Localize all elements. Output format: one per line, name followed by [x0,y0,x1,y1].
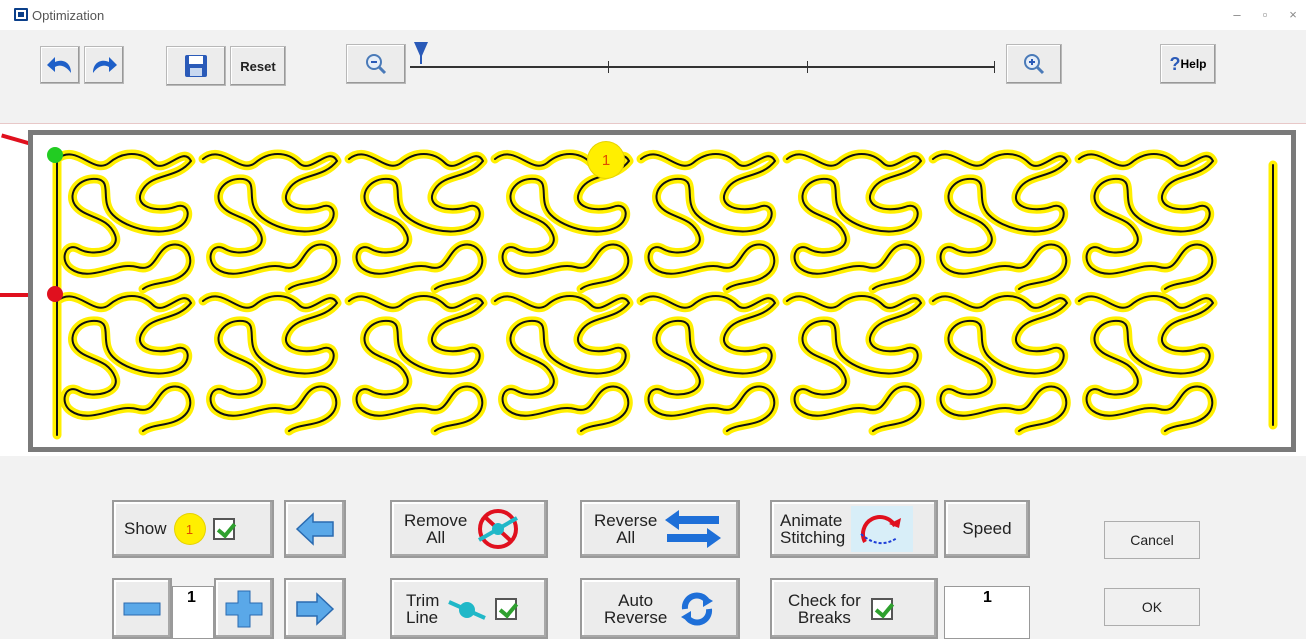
animate-stitch-icon [851,506,914,552]
trim-label-2: Line [406,607,439,627]
auto-reverse-icon [681,592,714,625]
reverse-all-label-2: All [616,528,636,547]
reverse-all-button[interactable]: Reverse All [580,500,740,558]
redo-icon [93,57,117,73]
start-point-marker[interactable] [47,147,63,163]
plus-icon [225,590,263,627]
check-for-breaks-button[interactable]: Check for Breaks [770,578,938,639]
window-title: Optimization [32,8,105,23]
auto-reverse-label-2: Reverse [604,607,668,627]
arrow-right-icon [296,591,335,626]
help-button[interactable]: ? Help [1160,44,1216,84]
app-icon [14,8,28,21]
title-bar: Optimization – ▫ × [0,0,1306,30]
remove-icon [478,509,519,549]
zoom-in-icon [1024,54,1045,75]
trim-icon [448,599,487,620]
increment-button[interactable] [214,578,274,639]
animate-label-2: Stitching [780,528,846,547]
save-icon [185,55,207,77]
auto-reverse-button[interactable]: Auto Reverse [580,578,740,639]
animate-stitching-button[interactable]: Animate Stitching [770,500,938,558]
maximize-button[interactable]: ▫ [1250,4,1280,26]
undo-icon [47,57,71,73]
zoom-slider-thumb[interactable] [414,42,428,64]
remove-all-button[interactable]: Remove All [390,500,548,558]
design-canvas[interactable] [28,130,1296,452]
show-checkbox[interactable] [212,518,235,540]
zoom-tick [608,61,609,73]
cancel-button[interactable]: Cancel [1104,521,1200,559]
zoom-out-button[interactable] [346,44,406,84]
segment-number-field[interactable]: 1 [172,586,214,639]
close-button[interactable]: × [1278,4,1306,26]
zoom-out-icon [366,54,387,75]
arrow-left-icon [295,512,334,546]
speed-value-field[interactable]: 1 [944,586,1030,639]
zoom-in-button[interactable] [1006,44,1062,84]
number-badge-icon: 1 [174,514,205,544]
undo-button[interactable] [40,46,80,84]
minus-icon [123,602,161,615]
reset-button[interactable]: Reset [230,46,286,86]
check-breaks-label-2: Breaks [797,607,851,627]
help-label: Help [1180,57,1207,71]
show-numbers-button[interactable]: Show 1 [112,500,274,558]
ok-button[interactable]: OK [1104,588,1200,626]
zoom-tick [994,61,995,73]
check-breaks-checkbox[interactable] [870,597,893,620]
minimize-button[interactable]: – [1222,4,1252,26]
decrement-button[interactable] [112,578,172,639]
control-panel: Show 1 Remove All Reverse All Animate Stitc… [0,456,1306,639]
redo-button[interactable] [84,46,124,84]
show-label: Show [124,519,167,538]
swap-arrows-icon [665,510,722,548]
help-icon: ? [1169,53,1181,74]
segment-number-badge[interactable]: 1 [588,142,624,178]
end-point-marker[interactable] [47,286,63,302]
zoom-slider-track[interactable] [410,61,995,73]
save-button[interactable] [166,46,226,86]
remove-all-label-2: All [426,528,446,547]
toolbar: Reset ? Help [0,30,1306,124]
next-segment-button[interactable] [284,578,346,639]
trim-checkbox[interactable] [495,597,518,620]
trim-line-button[interactable]: Trim Line [390,578,548,639]
speed-button[interactable]: Speed [944,500,1030,558]
zoom-tick [807,61,808,73]
previous-segment-button[interactable] [284,500,346,558]
quilt-pattern [52,149,1278,440]
